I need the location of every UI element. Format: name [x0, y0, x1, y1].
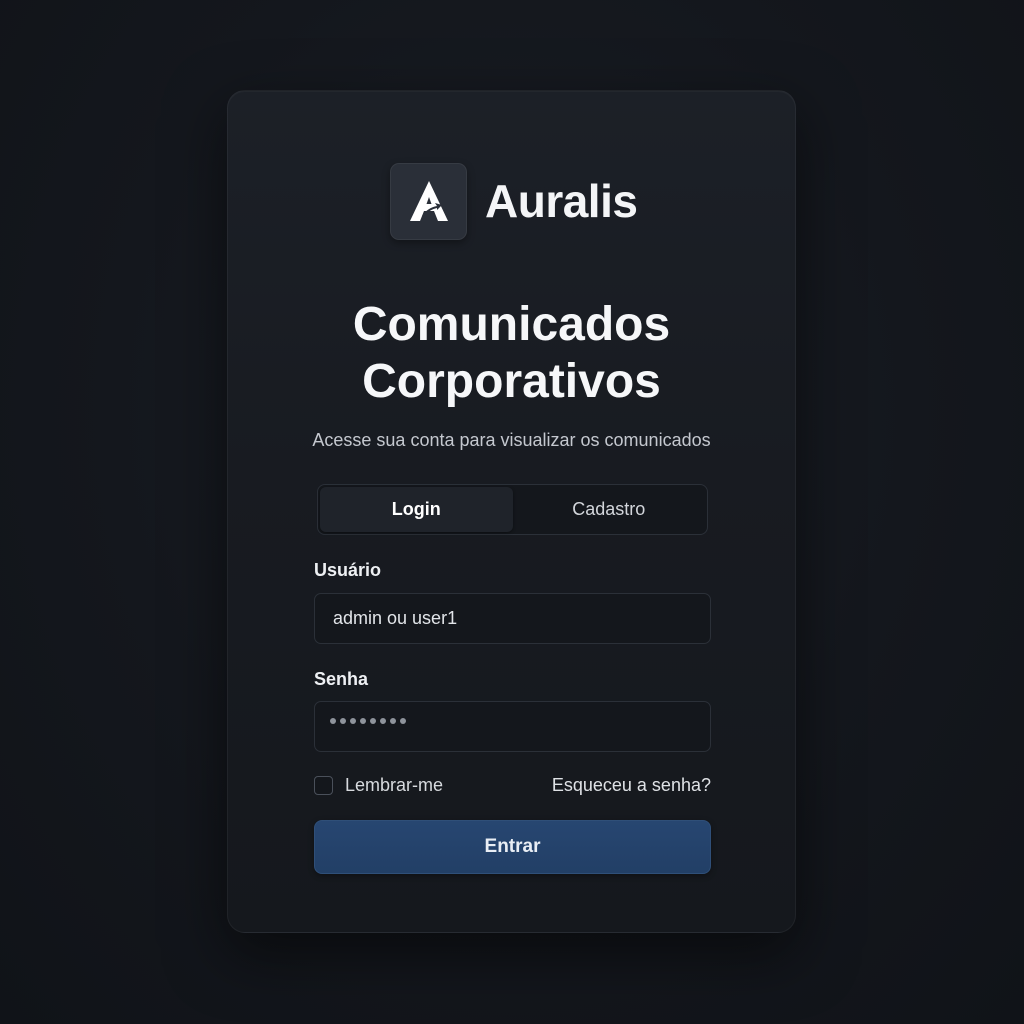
page-subtitle: Acesse sua conta para visualizar os comu…: [312, 430, 711, 450]
username-label: Usuário: [314, 560, 382, 580]
brand-header: Auralis: [390, 162, 638, 240]
username-input[interactable]: [314, 593, 711, 644]
tab-login[interactable]: Login: [320, 487, 513, 532]
remember-me-checkbox[interactable]: [314, 776, 333, 795]
logo-letter-a-icon: [409, 181, 448, 221]
auth-tabs: Login Cadastro: [317, 484, 708, 535]
auralis-logo-icon: [390, 162, 467, 240]
password-masked-value: [330, 718, 406, 724]
submit-button[interactable]: Entrar: [314, 820, 711, 874]
login-card: Auralis Comunicados Corporativos Acesse …: [227, 90, 796, 933]
remember-me-control[interactable]: Lembrar-me: [314, 775, 443, 796]
password-label: Senha: [314, 669, 369, 689]
page-title-line-1: Comunicados: [352, 298, 671, 351]
page-title: Comunicados Corporativos: [228, 296, 795, 410]
page-title-line-2: Corporativos: [362, 355, 661, 408]
remember-me-label: Lembrar-me: [345, 775, 444, 795]
password-input[interactable]: [314, 701, 711, 752]
brand-name: Auralis: [485, 175, 638, 227]
forgot-password-link[interactable]: Esqueceu a senha?: [552, 775, 711, 796]
tab-cadastro[interactable]: Cadastro: [513, 487, 706, 532]
